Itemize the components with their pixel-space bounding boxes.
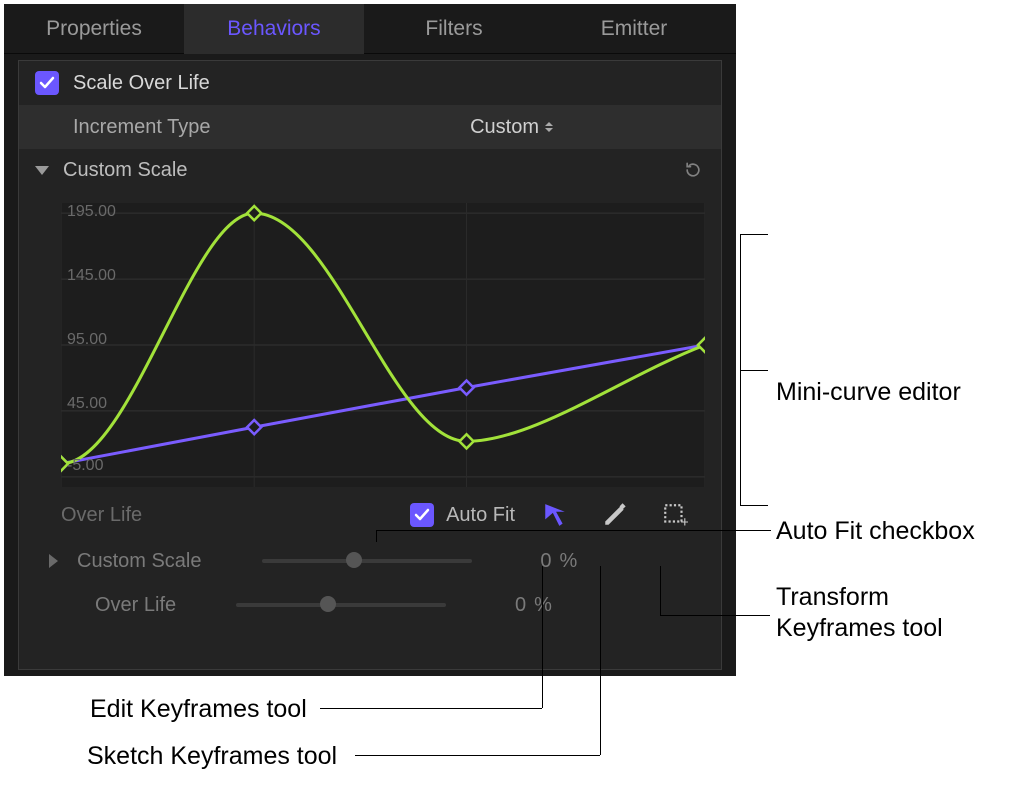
callout-sketch-tool: Sketch Keyframes tool	[87, 742, 337, 771]
curve-footer: Over Life Auto Fit +	[19, 491, 721, 539]
leader-line	[660, 615, 770, 616]
leader-line	[660, 566, 661, 615]
increment-type-row: Increment Type Custom	[19, 105, 721, 149]
increment-type-value: Custom	[470, 116, 539, 139]
increment-type-select[interactable]: Custom	[470, 116, 555, 139]
tab-filters[interactable]: Filters	[364, 4, 544, 54]
mini-curve-editor[interactable]: Custom Scale	[33, 199, 707, 491]
custom-scale-label: Custom Scale	[63, 159, 188, 182]
leader-line	[542, 566, 543, 708]
param-custom-scale-label: Custom Scale	[77, 550, 202, 573]
tab-emitter[interactable]: Emitter	[544, 4, 724, 54]
ytick-95: 95.00	[67, 331, 107, 349]
leader-line	[600, 566, 601, 755]
behavior-header: Scale Over Life	[19, 61, 721, 105]
tab-behaviors[interactable]: Behaviors	[184, 4, 364, 54]
leader-line	[740, 505, 768, 506]
edit-keyframes-tool[interactable]	[535, 496, 575, 534]
tab-bar: Properties Behaviors Filters Emitter	[4, 4, 736, 54]
custom-scale-disclosure[interactable]: Custom Scale	[19, 149, 721, 191]
param-over-life-value[interactable]: 0	[466, 594, 526, 617]
transform-keyframes-tool[interactable]: +	[655, 496, 695, 534]
callout-transform-tool: TransformKeyframes tool	[776, 582, 943, 645]
param-custom-scale: Custom Scale 0 %	[19, 539, 721, 583]
param-over-life-slider[interactable]	[236, 603, 446, 607]
sketch-keyframes-tool[interactable]	[595, 496, 635, 534]
behavior-enable-checkbox[interactable]	[35, 71, 59, 95]
inspector-body: Scale Over Life Increment Type Custom Cu…	[18, 60, 722, 670]
param-over-life-label: Over Life	[95, 594, 176, 617]
auto-fit-label: Auto Fit	[446, 504, 515, 527]
leader-line	[740, 370, 768, 371]
leader-line	[376, 530, 377, 542]
leader-line	[355, 755, 600, 756]
callout-mini-curve: Mini-curve editor	[776, 378, 961, 407]
param-over-life: Over Life 0 %	[19, 583, 721, 627]
callout-edit-tool: Edit Keyframes tool	[90, 695, 307, 724]
disclosure-triangle-right-icon[interactable]	[49, 554, 58, 568]
param-custom-scale-slider[interactable]	[262, 559, 472, 563]
disclosure-triangle-down-icon	[35, 166, 49, 175]
param-over-life-unit: %	[534, 594, 552, 617]
leader-line	[376, 530, 771, 531]
tab-properties[interactable]: Properties	[4, 4, 184, 54]
svg-text:+: +	[680, 514, 688, 528]
updown-caret-icon	[545, 120, 555, 134]
auto-fit-checkbox[interactable]	[410, 503, 434, 527]
over-life-label: Over Life	[61, 504, 142, 527]
leader-line	[740, 234, 768, 235]
behavior-title: Scale Over Life	[73, 72, 210, 95]
param-custom-scale-unit: %	[560, 550, 578, 573]
ytick-45: 45.00	[67, 395, 107, 413]
leader-line	[320, 708, 542, 709]
ytick-195: 195.00	[67, 203, 116, 221]
inspector-panel: Properties Behaviors Filters Emitter Sca…	[4, 4, 736, 676]
callout-auto-fit: Auto Fit checkbox	[776, 517, 975, 546]
ytick-145: 145.00	[67, 267, 116, 285]
ytick-neg5: -5.00	[67, 457, 103, 475]
reset-button[interactable]	[681, 158, 705, 182]
increment-type-label: Increment Type	[73, 116, 210, 139]
